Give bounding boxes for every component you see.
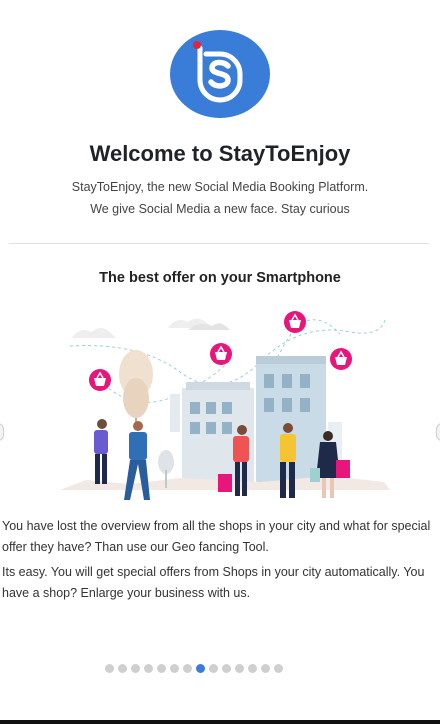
- carousel-dot[interactable]: [170, 664, 179, 673]
- shopping-basket-icon: [89, 369, 111, 391]
- carousel-prev-button[interactable]: [0, 423, 4, 441]
- divider: [9, 243, 429, 244]
- subtitle-line-2: We give Social Media a new face. Stay cu…: [90, 202, 350, 216]
- carousel-dot[interactable]: [157, 664, 166, 673]
- logo-icon: [170, 30, 270, 118]
- carousel-next-button[interactable]: [436, 423, 440, 441]
- carousel-dot[interactable]: [261, 664, 270, 673]
- carousel-dot[interactable]: [105, 664, 114, 673]
- slide-title: The best offer on your Smartphone: [99, 270, 341, 286]
- carousel-dot[interactable]: [274, 664, 283, 673]
- carousel-indicators: [105, 664, 283, 673]
- subtitle-line-1: StayToEnjoy, the new Social Media Bookin…: [71, 180, 369, 194]
- carousel-dot[interactable]: [235, 664, 244, 673]
- carousel-dot[interactable]: [209, 664, 218, 673]
- carousel-dot[interactable]: [131, 664, 140, 673]
- carousel-dot[interactable]: [183, 664, 192, 673]
- carousel-dot[interactable]: [196, 664, 205, 673]
- slide-paragraph-2: Its easy. You will get special offers fr…: [2, 565, 425, 600]
- shopping-city-illustration: [60, 311, 390, 500]
- slide-paragraph-1: You have lost the overview from all the …: [2, 519, 431, 554]
- bottom-border: [0, 720, 440, 724]
- page-title: Welcome to StayToEnjoy: [89, 141, 351, 166]
- carousel-dot[interactable]: [222, 664, 231, 673]
- carousel-dot[interactable]: [248, 664, 257, 673]
- carousel-dot[interactable]: [118, 664, 127, 673]
- carousel-dot[interactable]: [144, 664, 153, 673]
